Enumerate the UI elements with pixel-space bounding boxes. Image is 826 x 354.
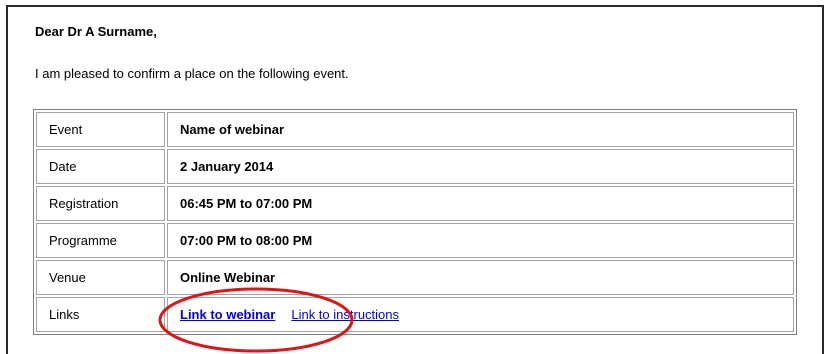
table-row-venue: Venue Online Webinar — [36, 260, 794, 295]
table-row-date: Date 2 January 2014 — [36, 149, 794, 184]
row-label-date: Date — [36, 149, 165, 184]
row-label-venue: Venue — [36, 260, 165, 295]
row-value-event-name: Name of webinar — [167, 112, 794, 147]
row-label-event: Event — [36, 112, 165, 147]
email-intro: I am pleased to confirm a place on the f… — [35, 66, 349, 81]
link-to-instructions[interactable]: Link to instructions — [291, 307, 399, 322]
table-row-event: Event Name of webinar — [36, 112, 794, 147]
row-value-date: 2 January 2014 — [167, 149, 794, 184]
event-details-table: Event Name of webinar Date 2 January 201… — [33, 109, 797, 335]
row-label-programme: Programme — [36, 223, 165, 258]
table-row-links: Links Link to webinar Link to instruction… — [36, 297, 794, 332]
table-row-registration: Registration 06:45 PM to 07:00 PM — [36, 186, 794, 221]
row-value-links: Link to webinar Link to instructions — [167, 297, 794, 332]
link-to-webinar[interactable]: Link to webinar — [180, 307, 275, 322]
table-row-programme: Programme 07:00 PM to 08:00 PM — [36, 223, 794, 258]
row-value-venue: Online Webinar — [167, 260, 794, 295]
email-greeting: Dear Dr A Surname, — [35, 24, 157, 39]
row-label-links: Links — [36, 297, 165, 332]
row-label-registration: Registration — [36, 186, 165, 221]
row-value-programme-time: 07:00 PM to 08:00 PM — [167, 223, 794, 258]
row-value-registration-time: 06:45 PM to 07:00 PM — [167, 186, 794, 221]
